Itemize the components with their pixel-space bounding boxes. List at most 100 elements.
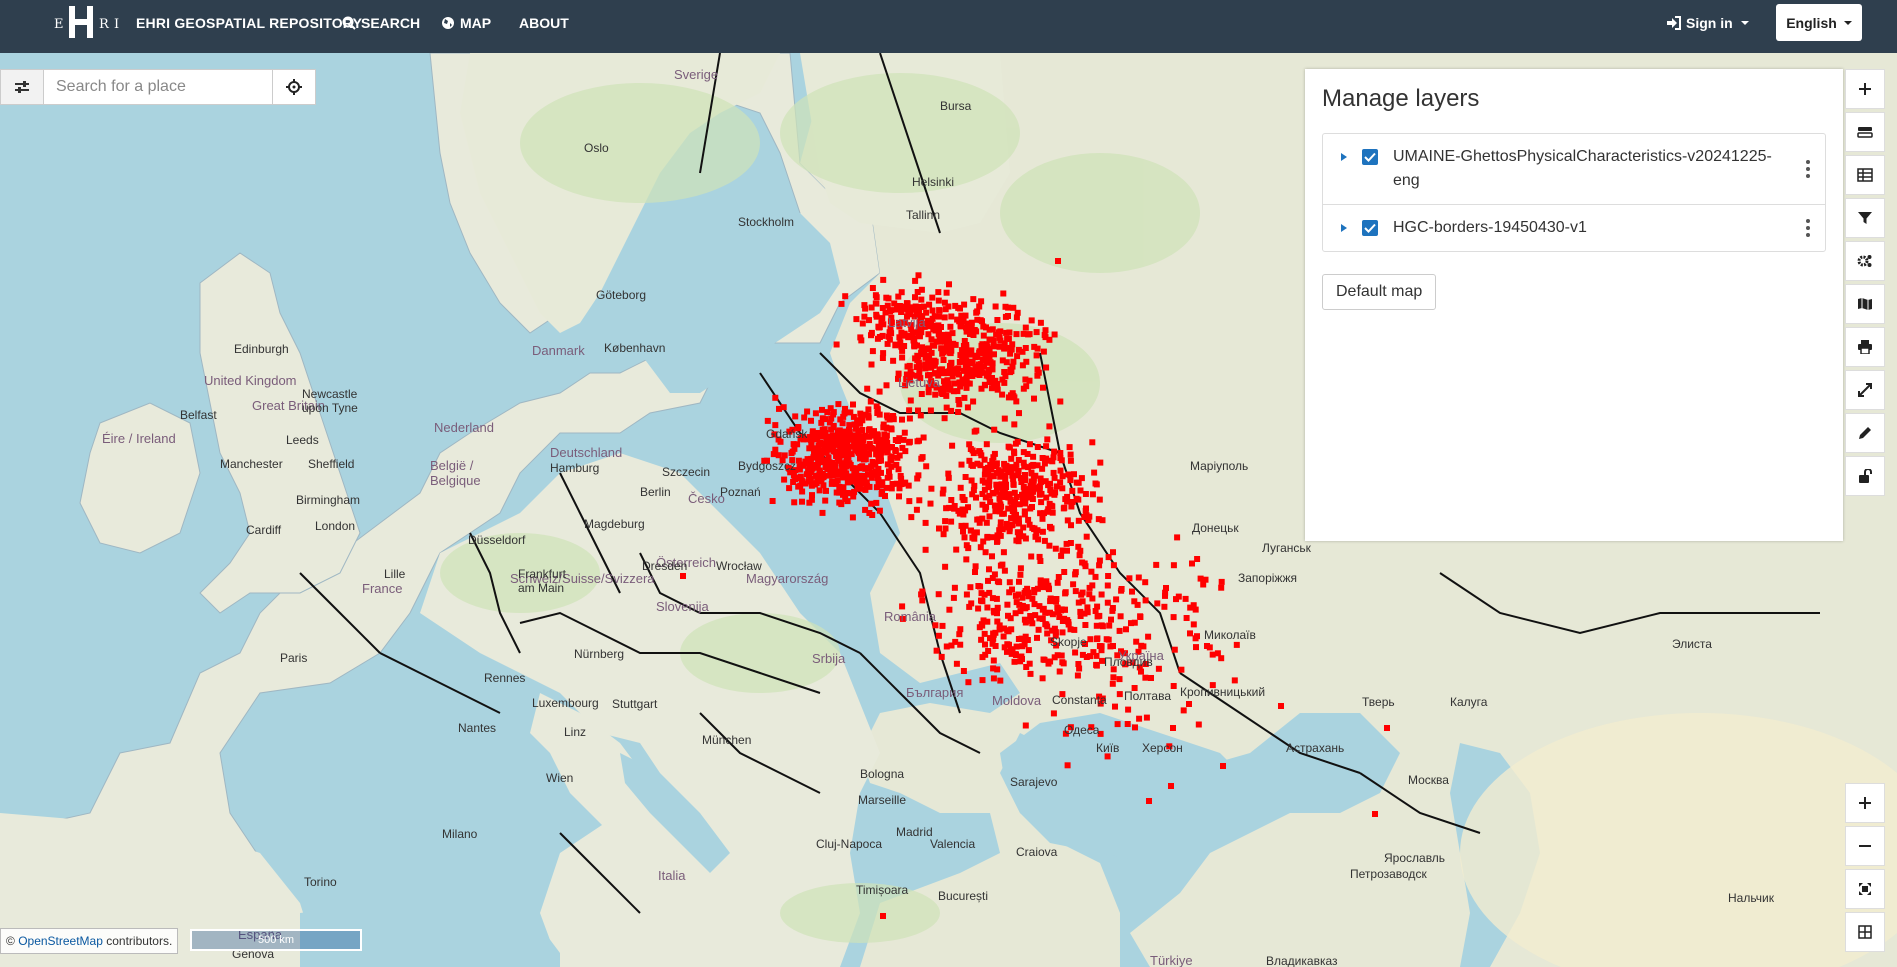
ghetto-marker[interactable]: [1174, 534, 1181, 541]
ghetto-marker[interactable]: [1028, 553, 1035, 560]
ghetto-marker[interactable]: [914, 357, 921, 364]
ghetto-marker[interactable]: [1098, 643, 1105, 650]
ghetto-marker[interactable]: [1116, 676, 1123, 683]
ghetto-marker[interactable]: [974, 316, 981, 323]
ghetto-marker[interactable]: [1026, 441, 1033, 448]
ghetto-marker[interactable]: [1112, 703, 1118, 710]
ghetto-marker[interactable]: [990, 454, 997, 461]
ghetto-marker[interactable]: [896, 303, 903, 309]
ghetto-marker[interactable]: [873, 300, 880, 307]
ghetto-marker[interactable]: [1137, 614, 1144, 620]
ghetto-marker[interactable]: [838, 300, 845, 307]
ghetto-marker[interactable]: [1075, 543, 1082, 550]
ghetto-marker[interactable]: [1114, 721, 1121, 728]
expand-layer-button[interactable]: [1338, 145, 1350, 169]
ghetto-marker[interactable]: [1043, 364, 1050, 371]
ghetto-marker[interactable]: [1039, 675, 1046, 682]
ghetto-marker[interactable]: [1075, 517, 1082, 524]
ghetto-marker[interactable]: [912, 277, 919, 284]
ghetto-marker[interactable]: [791, 499, 798, 506]
nav-about-link[interactable]: ABOUT: [519, 15, 569, 31]
ghetto-marker[interactable]: [835, 454, 842, 461]
ghetto-marker[interactable]: [990, 343, 997, 350]
ghetto-marker[interactable]: [938, 335, 945, 342]
ghetto-marker[interactable]: [861, 313, 868, 320]
ghetto-marker[interactable]: [903, 300, 910, 307]
ghetto-marker[interactable]: [1131, 598, 1138, 605]
ghetto-marker[interactable]: [1190, 621, 1197, 628]
ghetto-marker[interactable]: [1170, 562, 1177, 569]
ghetto-marker[interactable]: [960, 528, 966, 535]
ghetto-marker[interactable]: [858, 443, 865, 450]
ghetto-marker[interactable]: [1061, 569, 1068, 575]
ghetto-marker[interactable]: [1027, 488, 1034, 495]
ghetto-marker[interactable]: [886, 329, 893, 336]
ghetto-marker[interactable]: [853, 425, 859, 432]
filter-button[interactable]: [1845, 198, 1885, 238]
ghetto-marker[interactable]: [961, 301, 968, 308]
ghetto-marker[interactable]: [869, 348, 876, 355]
ghetto-marker[interactable]: [1015, 457, 1022, 463]
ghetto-marker[interactable]: [866, 444, 873, 451]
ghetto-marker[interactable]: [1022, 588, 1029, 594]
ghetto-marker[interactable]: [902, 479, 909, 486]
ghetto-marker[interactable]: [1096, 557, 1103, 564]
ghetto-marker[interactable]: [1059, 485, 1066, 492]
ghetto-marker[interactable]: [972, 563, 979, 570]
ghetto-marker[interactable]: [1020, 385, 1027, 392]
ghetto-marker[interactable]: [1109, 605, 1116, 611]
ghetto-marker[interactable]: [889, 481, 896, 487]
ghetto-marker[interactable]: [997, 469, 1004, 475]
ghetto-marker[interactable]: [1020, 524, 1027, 531]
ghetto-marker[interactable]: [936, 525, 942, 532]
ghetto-marker[interactable]: [899, 444, 906, 451]
ghetto-marker[interactable]: [1010, 393, 1017, 399]
ghetto-marker[interactable]: [1010, 304, 1017, 311]
ghetto-marker[interactable]: [980, 332, 987, 339]
ghetto-marker[interactable]: [878, 490, 885, 497]
ghetto-marker[interactable]: [849, 514, 856, 521]
place-search-input[interactable]: [44, 70, 272, 104]
ghetto-marker[interactable]: [1028, 617, 1035, 624]
ghetto-marker[interactable]: [1066, 444, 1073, 451]
ghetto-marker[interactable]: [1012, 592, 1019, 599]
ghetto-marker[interactable]: [1129, 588, 1135, 595]
ghetto-marker[interactable]: [836, 499, 843, 506]
ghetto-marker[interactable]: [844, 490, 850, 496]
ghetto-marker[interactable]: [915, 407, 921, 414]
ghetto-marker[interactable]: [1081, 560, 1088, 567]
ghetto-marker[interactable]: [1003, 462, 1010, 469]
ghetto-marker[interactable]: [906, 407, 913, 414]
ghetto-marker[interactable]: [883, 484, 890, 491]
ghetto-marker[interactable]: [1105, 636, 1112, 643]
ghetto-marker[interactable]: [820, 482, 827, 489]
ghetto-marker[interactable]: [970, 398, 977, 405]
ghetto-marker[interactable]: [857, 475, 864, 482]
ghetto-marker[interactable]: [1171, 646, 1178, 653]
ghetto-marker[interactable]: [1033, 329, 1040, 336]
ghetto-marker[interactable]: [1142, 597, 1149, 604]
ghetto-marker[interactable]: [900, 332, 907, 339]
ghetto-marker[interactable]: [980, 617, 987, 624]
ghetto-marker[interactable]: [1052, 545, 1059, 552]
ghetto-marker[interactable]: [1015, 467, 1022, 474]
ghetto-marker[interactable]: [862, 456, 869, 463]
ghetto-marker[interactable]: [1034, 634, 1040, 641]
ghetto-marker[interactable]: [1170, 683, 1177, 689]
ghetto-marker[interactable]: [919, 590, 926, 597]
ghetto-marker[interactable]: [680, 573, 686, 579]
ghetto-marker[interactable]: [973, 494, 979, 501]
ghetto-marker[interactable]: [1128, 620, 1134, 627]
ghetto-marker[interactable]: [951, 505, 958, 512]
ghetto-marker[interactable]: [982, 494, 989, 501]
ghetto-marker[interactable]: [1001, 625, 1008, 632]
ghetto-marker[interactable]: [939, 622, 946, 629]
add-layer-button[interactable]: [1845, 69, 1885, 109]
ghetto-marker[interactable]: [812, 410, 819, 417]
ghetto-marker[interactable]: [1083, 533, 1090, 540]
ghetto-marker[interactable]: [963, 591, 970, 598]
ghetto-marker[interactable]: [1028, 478, 1035, 485]
ghetto-marker[interactable]: [847, 409, 854, 416]
ghetto-marker[interactable]: [976, 363, 983, 369]
ghetto-marker[interactable]: [968, 477, 975, 484]
